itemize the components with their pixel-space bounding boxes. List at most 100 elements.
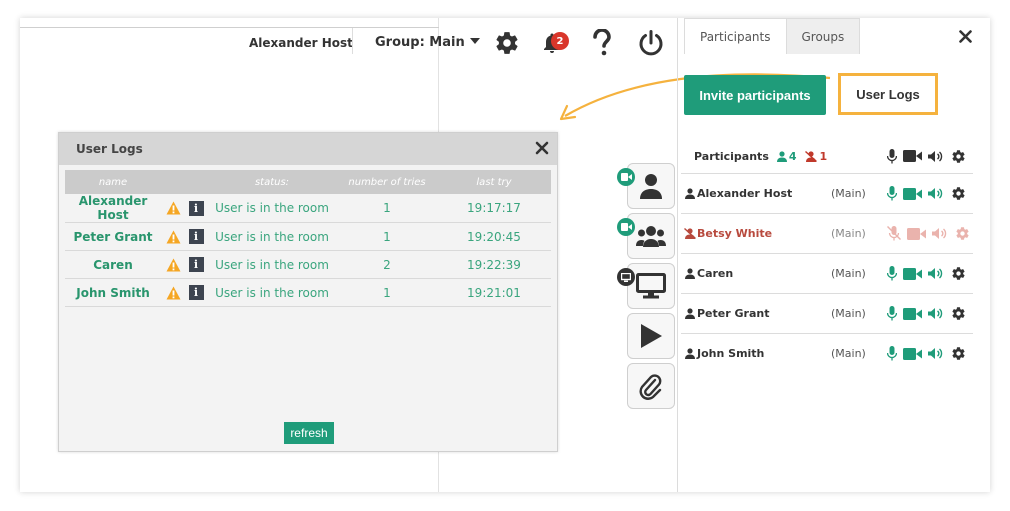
- gear-icon[interactable]: [951, 306, 966, 321]
- table-row: John Smith i User is in the room 1 19:21…: [65, 278, 551, 307]
- microphone-off-icon[interactable]: [887, 226, 901, 241]
- participant-name: John Smith: [697, 347, 765, 360]
- list-item[interactable]: Caren (Main): [681, 253, 973, 293]
- gear-icon[interactable]: [951, 149, 966, 164]
- gear-icon[interactable]: [951, 186, 966, 201]
- warning-cell[interactable]: [161, 194, 185, 223]
- gear-icon[interactable]: [951, 346, 966, 361]
- microphone-icon[interactable]: [887, 306, 897, 321]
- log-last-try: 19:17:17: [437, 194, 551, 223]
- participant-group: (Main): [831, 187, 866, 200]
- close-icon[interactable]: [535, 141, 549, 155]
- close-icon[interactable]: [959, 30, 972, 43]
- warning-icon[interactable]: [166, 230, 181, 244]
- gear-icon: [496, 32, 518, 54]
- warning-cell[interactable]: [161, 222, 185, 251]
- video-camera-icon[interactable]: [903, 307, 922, 320]
- speaker-icon[interactable]: [928, 187, 945, 200]
- info-cell[interactable]: i: [185, 278, 207, 307]
- gear-icon[interactable]: [955, 226, 970, 241]
- log-status: User is in the room: [207, 222, 337, 251]
- warning-cell[interactable]: [161, 250, 185, 279]
- logs-table: name status: number of tries last try Al…: [65, 170, 551, 307]
- log-name: Alexander Host: [65, 194, 161, 223]
- user-logs-button[interactable]: User Logs: [838, 73, 938, 115]
- muted-count: 1: [804, 149, 828, 163]
- settings-button[interactable]: [492, 28, 522, 58]
- speaker-icon[interactable]: [928, 347, 945, 360]
- video-indicator-2: [617, 218, 635, 236]
- user-icon: [776, 150, 787, 162]
- user-icon: [685, 348, 695, 359]
- invite-participants-button[interactable]: Invite participants: [684, 75, 826, 115]
- info-cell[interactable]: i: [185, 250, 207, 279]
- paperclip-icon: [639, 374, 662, 400]
- speaker-icon[interactable]: [928, 267, 945, 280]
- camera-view-button[interactable]: [627, 163, 675, 209]
- microphone-icon[interactable]: [887, 266, 897, 281]
- top-divider: [20, 27, 439, 28]
- app-window: Alexander Host Group: Main 2 User Logs n…: [20, 18, 990, 492]
- participant-group: (Main): [831, 347, 866, 360]
- video-camera-icon[interactable]: [903, 187, 922, 200]
- microphone-icon[interactable]: [887, 186, 897, 201]
- muted-count-value: 1: [819, 149, 828, 163]
- speaker-icon[interactable]: [928, 150, 945, 163]
- group-view-button[interactable]: [627, 213, 675, 259]
- participant-controls: [887, 346, 966, 361]
- speaker-icon[interactable]: [928, 307, 945, 320]
- video-camera-icon[interactable]: [907, 227, 926, 240]
- warning-icon[interactable]: [166, 258, 181, 272]
- group-icon: [636, 226, 666, 247]
- participant-name: Peter Grant: [697, 307, 770, 320]
- notifications-button[interactable]: 2: [537, 28, 569, 58]
- info-icon[interactable]: i: [188, 200, 204, 216]
- refresh-button[interactable]: refresh: [284, 422, 334, 444]
- list-item[interactable]: Alexander Host (Main): [681, 173, 973, 213]
- help-button[interactable]: [587, 28, 617, 58]
- log-tries: 1: [337, 222, 437, 251]
- info-icon[interactable]: i: [188, 229, 204, 244]
- info-cell[interactable]: i: [185, 222, 207, 251]
- video-camera-icon[interactable]: [903, 150, 922, 162]
- participant-controls: [887, 266, 966, 281]
- video-camera-icon[interactable]: [903, 267, 922, 280]
- participant-controls: [887, 306, 966, 321]
- list-item[interactable]: Betsy White (Main): [681, 213, 973, 253]
- info-icon[interactable]: i: [188, 285, 204, 300]
- log-last-try: 19:21:01: [437, 278, 551, 307]
- user-muted-icon: [804, 150, 817, 162]
- warning-cell[interactable]: [161, 278, 185, 307]
- table-row: Peter Grant i User is in the room 1 19:2…: [65, 222, 551, 251]
- microphone-icon[interactable]: [887, 346, 897, 361]
- group-label: Group: Main: [375, 35, 465, 50]
- play-button[interactable]: [627, 313, 675, 359]
- user-icon: [685, 188, 695, 199]
- log-name: Caren: [65, 250, 161, 279]
- list-item[interactable]: Peter Grant (Main): [681, 293, 973, 333]
- speaker-icon[interactable]: [932, 227, 949, 240]
- warning-icon[interactable]: [166, 201, 181, 215]
- screen-share-button[interactable]: [627, 263, 675, 309]
- column-name: name: [65, 170, 161, 194]
- participant-name: Caren: [697, 267, 734, 280]
- participant-name: Alexander Host: [697, 187, 793, 200]
- participants-header: Participants 4 1: [694, 146, 974, 166]
- list-item[interactable]: John Smith (Main): [681, 333, 973, 373]
- video-camera-icon[interactable]: [903, 347, 922, 360]
- info-icon[interactable]: i: [188, 257, 204, 272]
- info-cell[interactable]: i: [185, 194, 207, 223]
- play-icon: [641, 324, 662, 348]
- global-controls: [887, 148, 966, 164]
- warning-icon[interactable]: [166, 286, 181, 300]
- group-dropdown[interactable]: Group: Main: [375, 35, 480, 50]
- participants-title: Participants: [694, 149, 769, 163]
- tab-groups[interactable]: Groups: [786, 18, 861, 54]
- active-count-value: 4: [788, 149, 797, 163]
- tab-participants[interactable]: Participants: [684, 18, 787, 54]
- power-button[interactable]: [636, 28, 666, 58]
- screen-indicator: [617, 268, 635, 286]
- gear-icon[interactable]: [951, 266, 966, 281]
- attach-button[interactable]: [627, 363, 675, 409]
- microphone-icon[interactable]: [887, 148, 897, 164]
